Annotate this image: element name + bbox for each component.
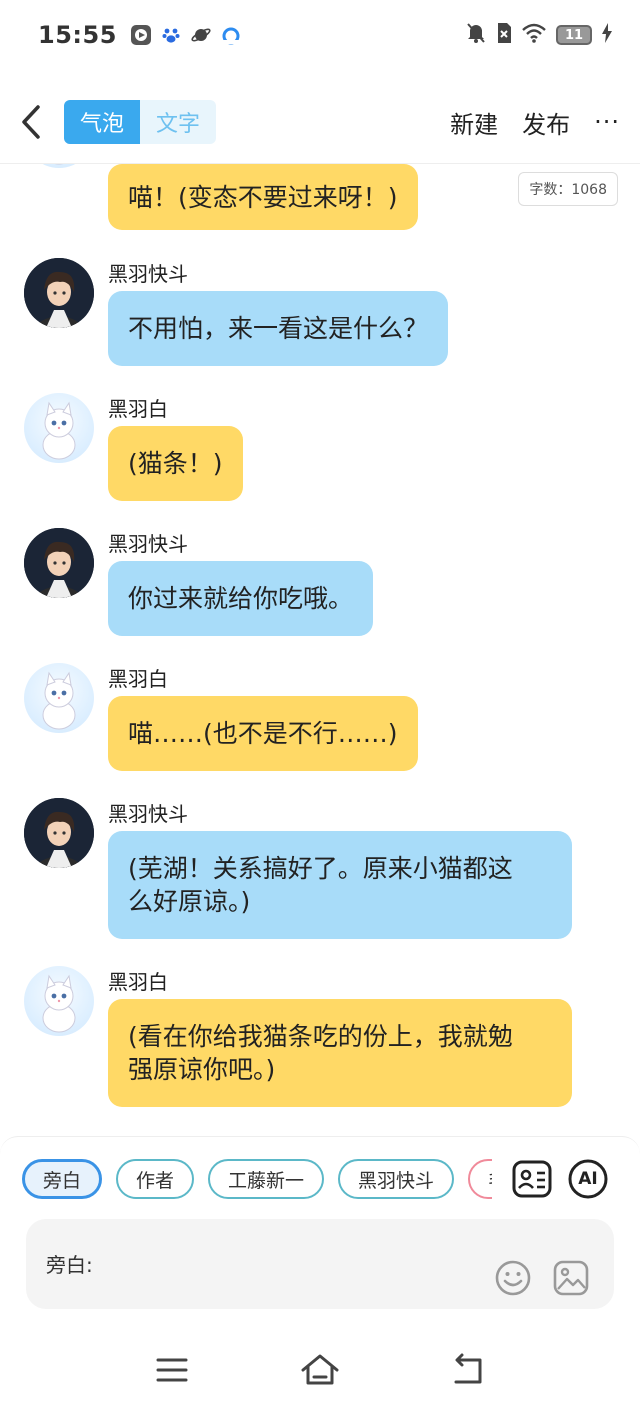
- sim-off-icon: [496, 22, 512, 48]
- speaker-name: 黑羽白: [108, 970, 168, 994]
- role-chip-list[interactable]: 旁白 作者 工藤新一 黑羽快斗 毛: [22, 1159, 492, 1201]
- more-options-button[interactable]: ···: [594, 108, 620, 136]
- chat-message: 黑羽白 (看在你给我猫条吃的份上，我就勉 强原谅你吧。): [24, 966, 604, 1108]
- message-bubble[interactable]: 不用怕，来一看这是什么？: [108, 291, 449, 366]
- message-text: 不用怕，来一看这是什么？: [128, 314, 429, 343]
- message-text-line: (看在你给我猫条吃的份上，我就勉: [128, 1022, 513, 1051]
- status-time: 15:55: [38, 21, 117, 49]
- white-cat-avatar[interactable]: [24, 663, 94, 733]
- message-text: (猫条！): [128, 449, 223, 478]
- battery-icon: 11: [556, 25, 592, 45]
- publish-button[interactable]: 发布: [522, 105, 570, 140]
- image-icon: [553, 1260, 589, 1296]
- role-chip[interactable]: 毛: [468, 1159, 492, 1199]
- emoji-icon: [495, 1260, 531, 1296]
- chat-scroll-area[interactable]: 喵！(变态不要过来呀！) 黑羽快斗 不用怕，来一看这是什么？ 黑羽白 (猫条！)…: [0, 164, 640, 1136]
- contact-card-icon: [512, 1160, 552, 1198]
- tab-text[interactable]: 文字: [140, 100, 216, 144]
- message-bubble[interactable]: (看在你给我猫条吃的份上，我就勉 强原谅你吧。): [108, 999, 572, 1107]
- message-bubble[interactable]: 你过来就给你吃哦。: [108, 561, 374, 636]
- role-chip[interactable]: 作者: [116, 1159, 195, 1199]
- message-input[interactable]: 旁白:: [26, 1219, 614, 1309]
- back-nav-icon: [454, 1353, 482, 1384]
- menu-nav-button[interactable]: [152, 1352, 192, 1388]
- system-nav-bar: [0, 1332, 640, 1408]
- white-cat-avatar[interactable]: [24, 966, 94, 1036]
- message-text: 你过来就给你吃哦。: [128, 584, 354, 613]
- ai-label: AI: [578, 1169, 598, 1189]
- chat-message: 黑羽快斗 你过来就给你吃哦。: [24, 528, 604, 638]
- message-bubble[interactable]: (猫条！): [108, 426, 243, 501]
- message-text: 喵！(变态不要过来呀！): [128, 182, 398, 212]
- speaker-name: 黑羽快斗: [108, 802, 188, 826]
- menu-icon: [156, 1358, 188, 1382]
- white-cat-avatar[interactable]: [24, 393, 94, 463]
- home-icon: [301, 1354, 339, 1385]
- chat-message: 黑羽快斗 不用怕，来一看这是什么？: [24, 258, 604, 368]
- input-role-label: 旁白:: [46, 1253, 93, 1277]
- emoji-button[interactable]: [494, 1259, 532, 1297]
- video-app-icon: [130, 25, 151, 45]
- kaito-avatar[interactable]: [24, 798, 94, 868]
- editor-header: 气泡 文字 新建 发布 ···: [0, 90, 640, 154]
- back-nav-button[interactable]: [448, 1352, 488, 1388]
- mute-icon: [466, 22, 486, 48]
- message-text-line: 强原谅你吧。): [128, 1055, 276, 1084]
- chat-message: 黑羽快斗 (芜湖！关系搞好了。原来小猫都这 么好原谅。): [24, 798, 604, 940]
- charging-bolt-icon: [602, 23, 612, 47]
- speaker-name: 黑羽快斗: [108, 532, 188, 556]
- tab-bubble[interactable]: 气泡: [64, 100, 140, 144]
- speaker-name: 黑羽白: [108, 397, 168, 421]
- new-button[interactable]: 新建: [450, 105, 498, 140]
- image-button[interactable]: [552, 1259, 590, 1297]
- status-bar: 15:55 11: [0, 0, 640, 70]
- role-chip[interactable]: 旁白: [22, 1159, 103, 1199]
- chat-message: 黑羽白 (猫条！): [24, 393, 604, 503]
- baidu-paw-icon: [161, 25, 181, 45]
- composer-panel: 旁白 作者 工藤新一 黑羽快斗 毛 AI 旁白:: [0, 1136, 640, 1332]
- back-arrow-icon: [22, 105, 40, 139]
- planet-app-icon: [191, 25, 211, 45]
- role-chip[interactable]: 工藤新一: [208, 1159, 325, 1199]
- message-bubble[interactable]: 喵！(变态不要过来呀！): [108, 164, 418, 230]
- speaker-name: 黑羽快斗: [108, 262, 188, 286]
- back-button[interactable]: [20, 102, 48, 142]
- wifi-icon: [522, 23, 546, 47]
- message-text-line: 么好原谅。): [128, 887, 251, 916]
- browser-app-icon: [221, 25, 241, 45]
- role-chip[interactable]: 黑羽快斗: [338, 1159, 455, 1199]
- kaito-avatar[interactable]: [24, 528, 94, 598]
- message-text: 喵……(也不是不行……): [128, 719, 398, 748]
- message-text-line: (芜湖！关系搞好了。原来小猫都这: [128, 854, 513, 883]
- chat-message: 喵！(变态不要过来呀！): [24, 164, 604, 230]
- role-manager-button[interactable]: [512, 1159, 552, 1199]
- speaker-name: 黑羽白: [108, 667, 168, 691]
- message-bubble[interactable]: (芜湖！关系搞好了。原来小猫都这 么好原谅。): [108, 831, 572, 939]
- chat-message: 黑羽白 喵……(也不是不行……): [24, 663, 604, 773]
- mode-segmented-control: 气泡 文字: [64, 100, 216, 144]
- home-nav-button[interactable]: [300, 1352, 340, 1388]
- kaito-avatar[interactable]: [24, 258, 94, 328]
- message-bubble[interactable]: 喵……(也不是不行……): [108, 696, 418, 771]
- white-cat-avatar[interactable]: [24, 164, 94, 168]
- ai-button[interactable]: AI: [568, 1159, 608, 1199]
- word-count-badge: 字数：1068: [518, 172, 618, 206]
